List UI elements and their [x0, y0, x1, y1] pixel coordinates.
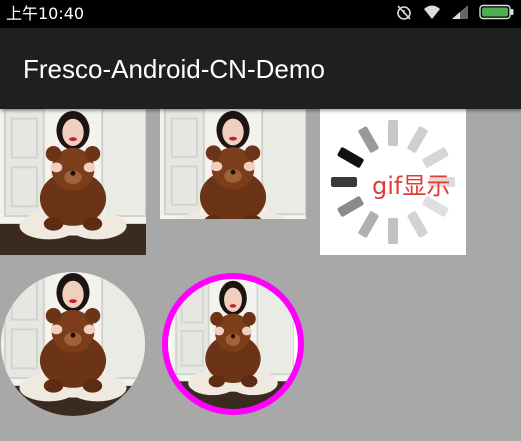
gif-label: gif显示 — [372, 172, 451, 200]
battery-icon — [479, 4, 515, 24]
photo-circle-1[interactable] — [0, 271, 146, 417]
alarm-off-icon — [395, 3, 413, 25]
image-grid: gif显示 — [0, 109, 521, 441]
photo-circle-bordered[interactable] — [160, 271, 306, 417]
status-time: 上午10:40 — [6, 4, 85, 23]
wifi-icon — [423, 4, 441, 24]
signal-icon — [451, 4, 469, 24]
status-bar: 上午10:40 — [0, 0, 521, 28]
gif-tile[interactable]: gif显示 — [320, 109, 466, 255]
photo-tile-2[interactable] — [160, 109, 306, 219]
app-title: Fresco-Android-CN-Demo — [23, 54, 325, 84]
status-icons — [395, 4, 515, 24]
action-bar: Fresco-Android-CN-Demo — [0, 28, 521, 109]
photo-tile-1[interactable] — [0, 109, 146, 255]
